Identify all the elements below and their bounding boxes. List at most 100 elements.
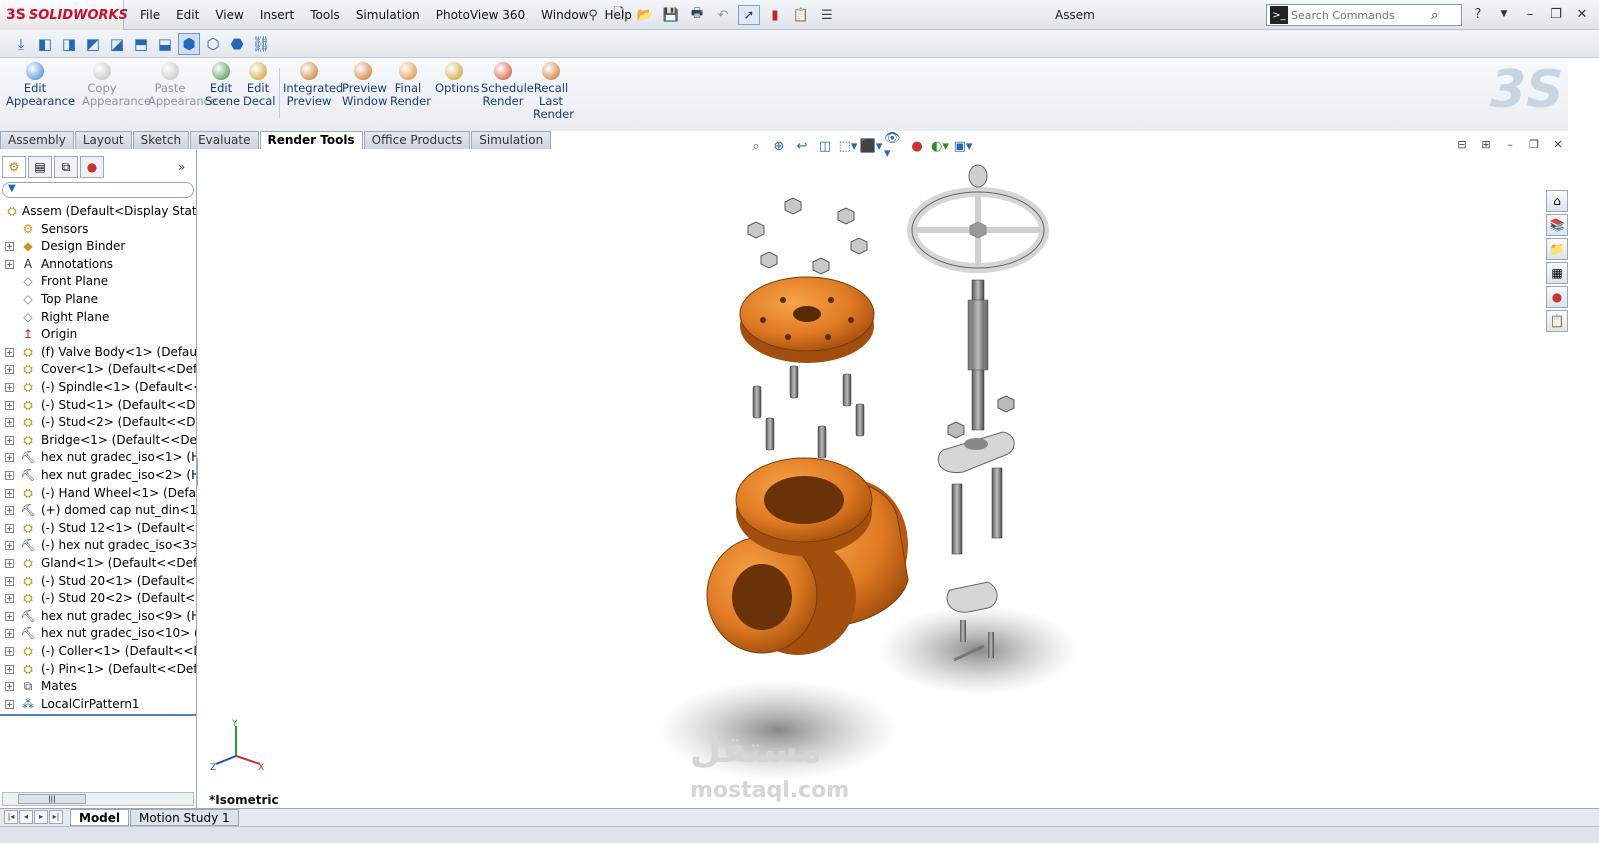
undo-icon[interactable]: ↶ [712, 5, 734, 25]
next-tab-icon[interactable]: ▸ [34, 810, 48, 824]
expand-plus-icon[interactable]: + [5, 347, 14, 357]
tree-item[interactable]: ◇ Right Plane [0, 309, 196, 327]
expand-plus-icon[interactable]: + [5, 699, 14, 709]
studs-group[interactable] [752, 365, 865, 459]
first-tab-icon[interactable]: |◂ [4, 810, 18, 824]
tree-item[interactable]: + ⛭ Bridge<1> (Default<<Default [0, 432, 196, 450]
previous-view-icon[interactable]: ↩ [792, 137, 812, 155]
display-style-icon[interactable]: ⬛▾ [860, 137, 883, 155]
tree-item[interactable]: + ⛏ hex nut gradec_iso<2> (Hexag [0, 467, 196, 485]
left-view-icon[interactable]: ◩ [82, 33, 104, 55]
minimize-icon[interactable]: – [1520, 4, 1540, 24]
file-explorer-icon[interactable]: 📁 [1546, 238, 1568, 260]
tree-item[interactable]: + A Annotations [0, 256, 196, 274]
apply-scene-icon[interactable]: ◐▾ [930, 137, 950, 155]
cmd-button-6[interactable]: Preview Window [342, 62, 387, 108]
expand-plus-icon[interactable]: + [5, 471, 14, 480]
link-views-icon[interactable]: ⛓ [250, 33, 272, 55]
tree-item[interactable]: + ⛭ Gland<1> (Default<<Default> [0, 555, 196, 573]
chevron-down-icon[interactable]: ▼ [1494, 4, 1514, 24]
rebuild-icon[interactable]: ▮ [764, 5, 786, 25]
tree-item[interactable]: + ⛭ (-) Stud<2> (Default<<Defaul [0, 414, 196, 432]
edit-appearance-icon[interactable]: ● [907, 137, 927, 155]
search-icon[interactable]: ⌕ [1431, 8, 1438, 23]
tree-item[interactable]: ↥ Origin [0, 326, 196, 344]
expand-plus-icon[interactable]: + [5, 682, 14, 692]
tree-item[interactable]: + ⧉ Mates [0, 678, 196, 696]
expand-panel-icon[interactable]: » [178, 160, 185, 174]
zoom-to-area-icon[interactable]: ⊕ [769, 137, 789, 155]
save-icon[interactable]: 💾 [660, 5, 682, 25]
cmd-button-4[interactable]: Edit Decal [243, 62, 276, 108]
front-view-icon[interactable]: ◧ [34, 33, 56, 55]
expand-plus-icon[interactable]: + [5, 365, 14, 375]
view-settings-icon[interactable]: ▣▾ [953, 137, 973, 155]
right-view-icon[interactable]: ◪ [106, 33, 128, 55]
solidworks-logo[interactable]: 3S SOLIDWORKS [0, 0, 128, 30]
tree-item[interactable]: + ⛏ hex nut gradec_iso<1> (Hexag [0, 449, 196, 467]
tree-item[interactable]: + ⛭ (f) Valve Body<1> (Default<< [0, 344, 196, 362]
tree-item[interactable]: ◇ Top Plane [0, 291, 196, 309]
view-orientation-icon[interactable]: ⬚▾ [838, 137, 858, 155]
expand-plus-icon[interactable]: + [5, 488, 14, 498]
cmd-button-8[interactable]: Options [435, 62, 479, 95]
tree-item[interactable]: + ⛭ (-) Pin<1> (Default<<Default [0, 661, 196, 679]
new-document-icon[interactable]: 🗋 [608, 5, 630, 25]
print-icon[interactable]: 🖶 [686, 5, 708, 25]
tree-item[interactable]: + ⛭ Cover<1> (Default<<Default> [0, 361, 196, 379]
menu-tools[interactable]: Tools [302, 8, 348, 22]
expand-plus-icon[interactable]: + [5, 629, 14, 639]
cmd-button-5[interactable]: Integrated Preview [283, 62, 343, 108]
feature-manager-tab-icon[interactable]: ⚙ [2, 156, 26, 178]
cmd-button-0[interactable]: Edit Appearance [6, 62, 75, 108]
display-manager-tab-icon[interactable]: ● [80, 156, 104, 178]
tab-evaluate[interactable]: Evaluate [190, 131, 259, 149]
expand-plus-icon[interactable]: + [5, 506, 14, 516]
tree-item[interactable]: + ⛭ (-) Spindle<1> (Default<<Def [0, 379, 196, 397]
trimetric-view-icon[interactable]: ⬡ [202, 33, 224, 55]
viewport-close-icon[interactable]: ✕ [1550, 138, 1566, 152]
isometric-view-icon[interactable]: ⬢ [178, 33, 200, 55]
valve-body[interactable] [706, 457, 909, 655]
tree-item[interactable]: + ⛏ hex nut gradec_iso<9> (Hexag [0, 608, 196, 626]
viewport-minimize-icon[interactable]: – [1502, 138, 1518, 152]
tab-simulation[interactable]: Simulation [471, 131, 552, 149]
spindle[interactable] [967, 279, 989, 431]
bottom-tab-motion-study-1[interactable]: Motion Study 1 [130, 809, 239, 826]
tab-office-products[interactable]: Office Products [363, 131, 471, 149]
tree-item[interactable]: + ⛭ (-) Stud 20<1> (Default<<Def [0, 573, 196, 591]
viewport-restore-icon[interactable]: ❐ [1526, 138, 1542, 152]
back-view-icon[interactable]: ◨ [58, 33, 80, 55]
section-view-icon[interactable]: ◫ [815, 137, 835, 155]
tree-item[interactable]: + ⛭ (-) Stud<1> (Default<<Defaul [0, 397, 196, 415]
configuration-manager-tab-icon[interactable]: ⧉ [54, 156, 78, 178]
expand-plus-icon[interactable]: + [5, 418, 14, 428]
tab-assembly[interactable]: Assembly [0, 131, 74, 149]
dimetric-view-icon[interactable]: ⬣ [226, 33, 248, 55]
tree-item[interactable]: + ⛏ (+) domed cap nut_din<1> (D [0, 502, 196, 520]
tree-item[interactable]: ⚙ Sensors [0, 221, 196, 239]
select-pointer-icon[interactable]: ➚ [738, 5, 760, 25]
viewport-split-icon[interactable]: ⊟ [1454, 138, 1470, 152]
expand-plus-icon[interactable]: + [5, 383, 14, 392]
last-tab-icon[interactable]: ▸| [49, 810, 63, 824]
scrollbar-thumb[interactable]: ||| [18, 794, 86, 804]
top-view-icon[interactable]: ⬒ [130, 33, 152, 55]
expand-plus-icon[interactable]: + [5, 541, 14, 551]
design-library-icon[interactable]: 📚 [1546, 214, 1568, 236]
valve-assembly-model[interactable] [198, 150, 1546, 808]
pin-icon[interactable]: ⚲ [582, 5, 604, 25]
expand-plus-icon[interactable]: + [5, 523, 14, 533]
bottom-tab-model[interactable]: Model [70, 809, 130, 826]
expand-plus-icon[interactable]: + [5, 259, 14, 269]
expand-plus-icon[interactable]: + [5, 435, 14, 445]
tree-filter-field[interactable]: ▼ [2, 182, 194, 198]
cmd-button-1[interactable]: Copy Appearance [82, 62, 151, 108]
expand-plus-icon[interactable]: + [5, 611, 14, 621]
hide-show-items-icon[interactable]: 👁▾ [884, 131, 904, 161]
expand-plus-icon[interactable]: + [5, 242, 14, 252]
tree-item[interactable]: + ⛭ (-) Stud 12<1> (Default<<Def [0, 520, 196, 538]
tree-item[interactable]: + ⛏ hex nut gradec_iso<10> (Hexa [0, 625, 196, 643]
tree-item[interactable]: + ◆ Design Binder [0, 238, 196, 256]
options-icon[interactable]: ☰ [816, 5, 838, 25]
